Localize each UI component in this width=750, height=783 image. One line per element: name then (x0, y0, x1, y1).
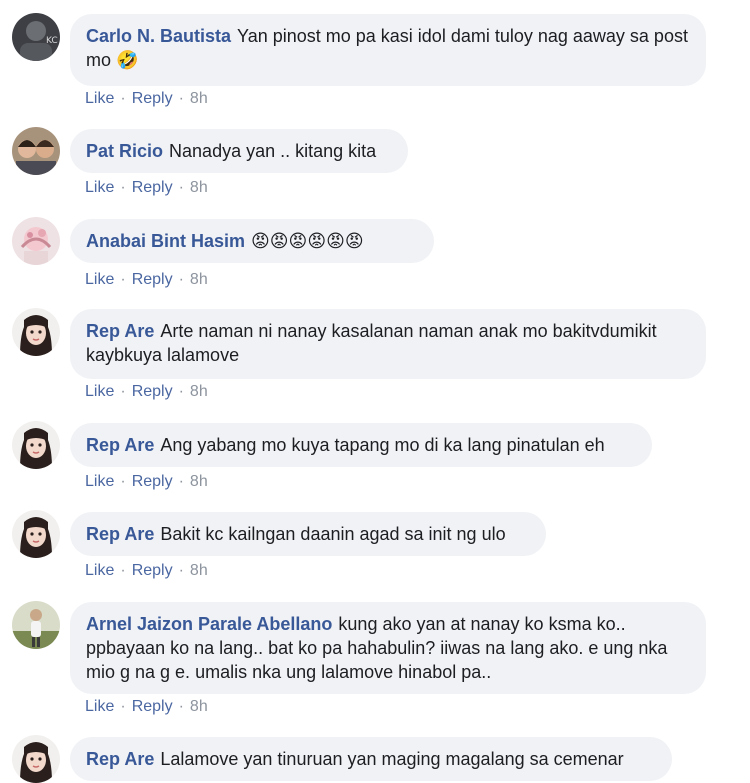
comment-actions: Like · Reply · 8h (85, 178, 208, 198)
comment-timestamp[interactable]: 8h (190, 179, 208, 196)
comment-bubble: Rep Are Bakit kc kailngan daanin agad sa … (70, 512, 546, 556)
comment-author[interactable]: Rep Are (86, 749, 154, 769)
separator: · (120, 562, 126, 579)
separator: · (178, 179, 184, 196)
like-link[interactable]: Like (85, 271, 114, 288)
reply-link[interactable]: Reply (132, 562, 173, 579)
comment-text: Nanadya yan .. kitang kita (169, 141, 377, 161)
separator: · (178, 473, 184, 490)
comment-timestamp[interactable]: 8h (190, 698, 208, 715)
comment-timestamp[interactable]: 8h (190, 383, 208, 400)
comment-timestamp[interactable]: 8h (190, 473, 208, 490)
like-link[interactable]: Like (85, 473, 114, 490)
separator: · (120, 90, 126, 107)
avatar[interactable] (12, 510, 60, 558)
comment-bubble: Rep Are Lalamove yan tinuruan yan maging … (70, 737, 672, 781)
comment-list: KC Carlo N. Bautista Yan pinost mo pa kas… (0, 0, 750, 783)
comment-actions: Like · Reply · 8h (85, 89, 208, 109)
comment-text: Ang yabang mo kuya tapang mo di ka lang … (160, 435, 605, 455)
comment-actions: Like · Reply · 8h (85, 561, 208, 581)
comment-bubble: Carlo N. Bautista Yan pinost mo pa kasi i… (70, 14, 706, 86)
comment-bubble: Rep Are Arte naman ni nanay kasalanan nam… (70, 309, 706, 379)
reply-link[interactable]: Reply (132, 473, 173, 490)
reply-link[interactable]: Reply (132, 90, 173, 107)
comment-bubble: Anabai Bint Hasim 😡😡😡😡😡😡 (70, 219, 434, 263)
angry-emoji-icon: 😡😡😡😡😡😡 (251, 231, 364, 251)
comment-author[interactable]: Pat Ricio (86, 141, 163, 161)
rofl-emoji-icon: 🤣 (116, 50, 139, 70)
like-link[interactable]: Like (85, 562, 114, 579)
comment-author[interactable]: Arnel Jaizon Parale Abellano (86, 614, 332, 634)
comment-timestamp[interactable]: 8h (190, 271, 208, 288)
comment-bubble: Rep Are Ang yabang mo kuya tapang mo di k… (70, 423, 652, 467)
comment-author[interactable]: Rep Are (86, 321, 154, 341)
like-link[interactable]: Like (85, 383, 114, 400)
avatar[interactable] (12, 127, 60, 175)
avatar[interactable] (12, 601, 60, 649)
separator: · (178, 698, 184, 715)
comment-actions: Like · Reply · 8h (85, 697, 208, 717)
separator: · (120, 473, 126, 490)
avatar[interactable] (12, 217, 60, 265)
comment-author[interactable]: Rep Are (86, 524, 154, 544)
reply-link[interactable]: Reply (132, 271, 173, 288)
svg-text:KC: KC (46, 36, 58, 46)
comment-text: Arte naman ni nanay kasalanan naman anak… (86, 321, 657, 365)
comment-text: Lalamove yan tinuruan yan maging magalan… (160, 749, 624, 769)
separator: · (178, 90, 184, 107)
like-link[interactable]: Like (85, 90, 114, 107)
separator: · (178, 562, 184, 579)
reply-link[interactable]: Reply (132, 179, 173, 196)
comment-author[interactable]: Anabai Bint Hasim (86, 231, 245, 251)
avatar[interactable] (12, 308, 60, 356)
comment-actions: Like · Reply · 8h (85, 472, 208, 492)
comment-bubble: Arnel Jaizon Parale Abellano kung ako yan… (70, 602, 706, 694)
separator: · (178, 383, 184, 400)
comment-text: Bakit kc kailngan daanin agad sa init ng… (160, 524, 506, 544)
like-link[interactable]: Like (85, 179, 114, 196)
avatar[interactable]: KC (12, 13, 60, 61)
comment-author[interactable]: Rep Are (86, 435, 154, 455)
like-link[interactable]: Like (85, 698, 114, 715)
comment-timestamp[interactable]: 8h (190, 90, 208, 107)
separator: · (120, 179, 126, 196)
avatar[interactable] (12, 735, 60, 783)
separator: · (120, 383, 126, 400)
separator: · (178, 271, 184, 288)
comment-actions: Like · Reply · 8h (85, 382, 208, 402)
avatar[interactable] (12, 421, 60, 469)
comment-actions: Like · Reply · 8h (85, 270, 208, 290)
comment-bubble: Pat Ricio Nanadya yan .. kitang kita (70, 129, 408, 173)
reply-link[interactable]: Reply (132, 383, 173, 400)
comment-author[interactable]: Carlo N. Bautista (86, 26, 231, 46)
separator: · (120, 698, 126, 715)
comment-timestamp[interactable]: 8h (190, 562, 208, 579)
reply-link[interactable]: Reply (132, 698, 173, 715)
separator: · (120, 271, 126, 288)
